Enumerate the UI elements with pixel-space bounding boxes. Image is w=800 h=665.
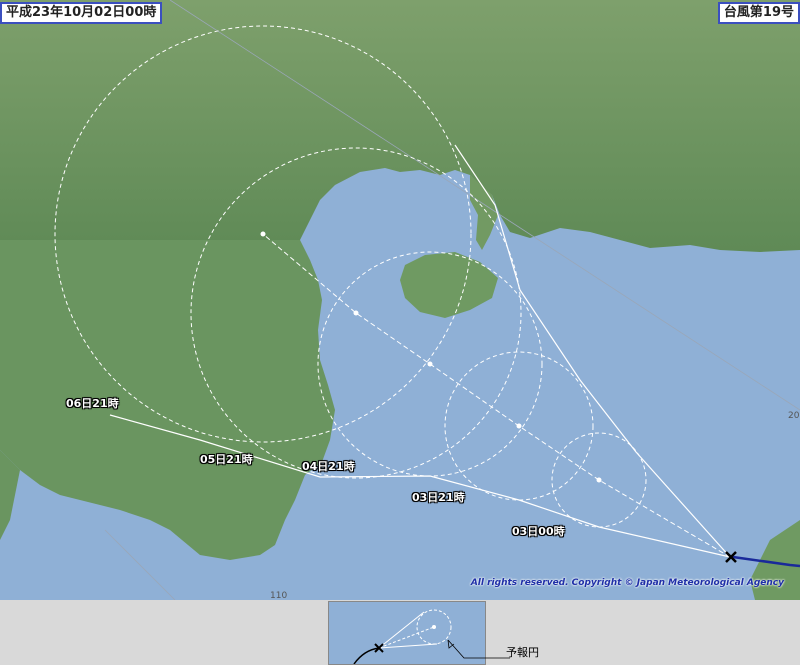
center-point-05 — [353, 310, 359, 316]
typhoon-forecast-map: 平成23年10月02日00時 台風第19号 03日00時 03日21時 04日2… — [0, 0, 800, 600]
forecast-label-03-21: 03日21時 — [412, 491, 465, 504]
legend-label: 予報円 — [506, 646, 539, 659]
center-point-03-00 — [596, 477, 602, 483]
issue-time-label: 平成23年10月02日00時 — [0, 2, 163, 24]
grid-line-lon — [104, 529, 176, 600]
land-china — [0, 0, 800, 252]
typhoon-name-label: 台風第19号 — [717, 2, 800, 24]
forecast-label-03-00: 03日00時 — [512, 525, 565, 538]
latitude-label-20: 20 — [788, 411, 800, 421]
forecast-label-05-21: 05日21時 — [200, 453, 253, 466]
forecast-label-06-21: 06日21時 — [66, 397, 119, 410]
map-canvas — [0, 0, 800, 600]
center-point-04 — [427, 361, 433, 367]
copyright-notice: All rights reserved. Copyright © Japan M… — [470, 578, 784, 588]
land-hainan — [400, 252, 498, 318]
land-indochina — [0, 240, 335, 560]
center-point-03-21 — [516, 423, 522, 429]
forecast-label-04-21: 04日21時 — [302, 460, 355, 473]
longitude-label-110: 110 — [270, 591, 288, 600]
center-point-06 — [260, 231, 266, 237]
